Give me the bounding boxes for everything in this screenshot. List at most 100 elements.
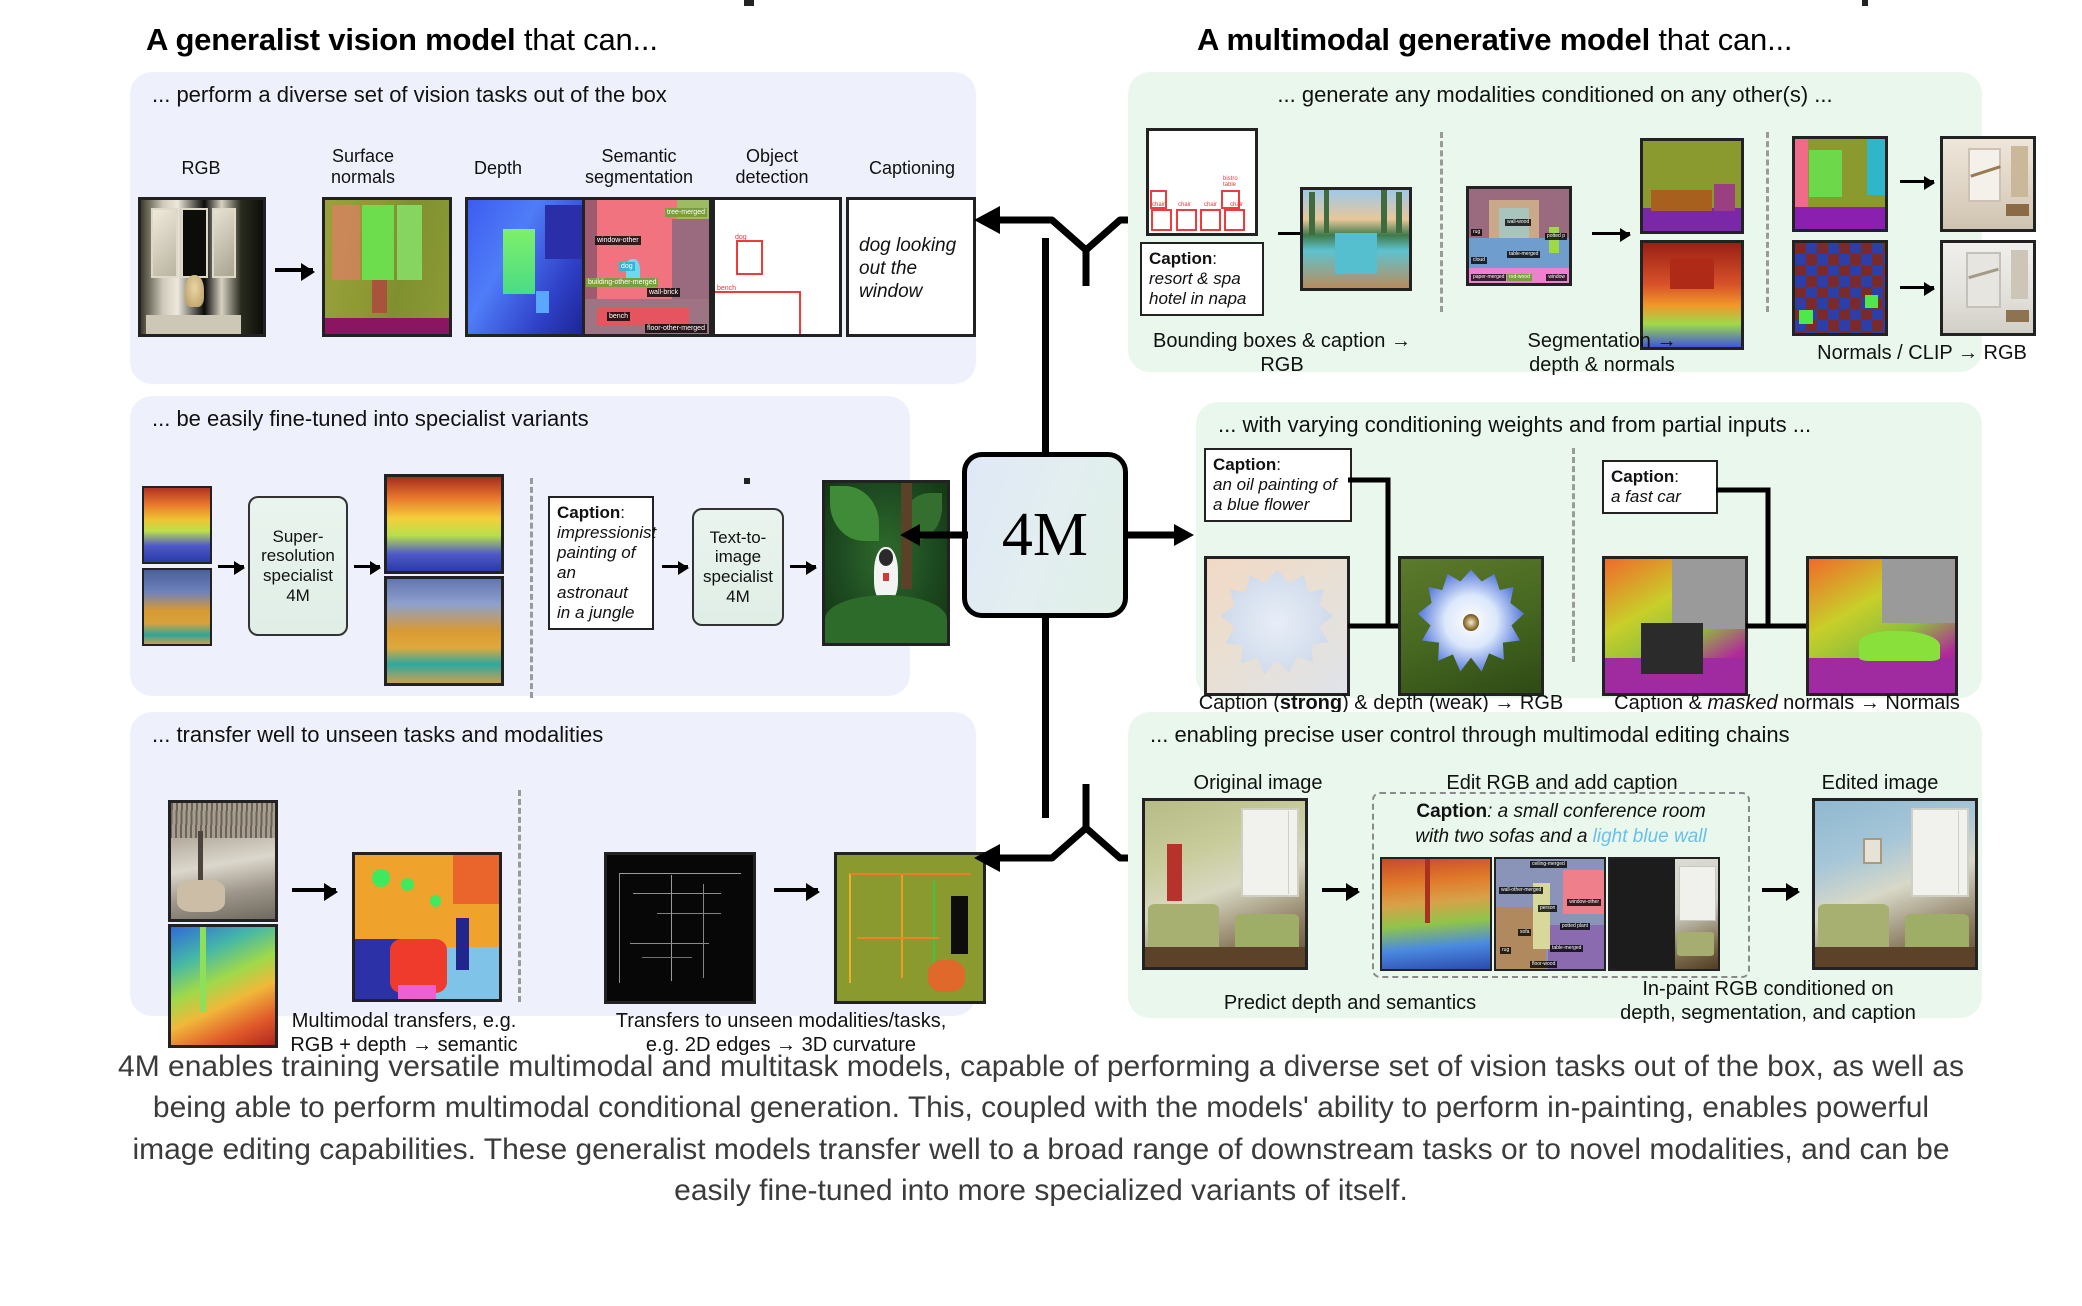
edit-caption: Caption: a small conference room with tw… — [1380, 800, 1742, 849]
arrow-normals-to-rgb — [1900, 176, 1935, 190]
label-predict-depth-semantics: Predict depth and semantics — [1223, 992, 1477, 1014]
tile-highres-depth — [384, 474, 504, 574]
tile-transfer-rgb — [168, 800, 278, 922]
panel-vision-tasks-title: ... perform a diverse set of vision task… — [152, 82, 667, 107]
edit-seg-chip-potted-plant: potted plant — [1559, 923, 1590, 930]
arrow-right-from-4m — [1126, 524, 1194, 546]
arrow-transfer-multimodal — [292, 883, 338, 901]
edit-seg-chip-table-merged: table-merged — [1550, 945, 1584, 952]
arrow-left-from-4m — [900, 524, 968, 546]
bbox-chip-bistro-table: bistro table — [1223, 176, 1238, 188]
model-4m-box[interactable]: 4M — [962, 452, 1128, 618]
tile-rgb-photo — [138, 197, 266, 337]
tile-input-normals — [1792, 136, 1888, 232]
det-chip-bench: bench — [717, 285, 737, 292]
seg-chip-wall-brick: wall-brick — [647, 288, 681, 297]
tile-2d-edges — [604, 852, 756, 1004]
tile-lowres-depth — [142, 486, 212, 564]
bbox-chip-chair-4: chair — [1230, 202, 1244, 208]
seg-chip-potted-plant: potted p — [1544, 233, 1567, 240]
panel-transfers-title: ... transfer well to unseen tasks and mo… — [152, 722, 604, 747]
panel-conditioning-weights-title: ... with varying conditioning weights an… — [1218, 412, 1812, 437]
bbox-chip-chair-2: chair — [1178, 202, 1192, 208]
task-label-surface-normals: Surface normals — [330, 146, 396, 188]
arrow-caption-to-t2i — [662, 561, 689, 575]
caption-box-blue-flower: Caption: an oil painting of a blue flowe… — [1204, 448, 1352, 523]
right-column-title-rest: that can... — [1649, 22, 1793, 57]
left-column-title: A generalist vision model that can... — [146, 22, 658, 58]
tile-edited-room — [1812, 798, 1978, 970]
label-edited-image: Edited image — [1821, 772, 1939, 794]
edit-caption-highlight: light blue wall — [1592, 825, 1707, 847]
edit-seg-chip-sofa: sofa — [1518, 929, 1532, 936]
left-column-title-bold: A generalist vision model — [146, 22, 516, 57]
tile-semantic-segmentation: tree-merged window-other dog building-ot… — [582, 197, 712, 337]
arrow-edit-to-edited — [1762, 883, 1800, 901]
seg-chip-rod-wood: rod-wood — [1507, 274, 1532, 281]
tile-depth — [465, 197, 595, 337]
seg-chip-tree-merged: tree-merged — [664, 208, 707, 217]
seg-chip-table-merged: table-merged — [1507, 251, 1541, 258]
right-column-title-bold: A multimodal generative model — [1197, 22, 1650, 57]
label-original-image: Original image — [1193, 772, 1323, 794]
subcaption-seg-to-depth-normals: Segmentation → depth & normals — [1527, 330, 1677, 376]
box-superresolution-specialist[interactable]: Super- resolution specialist 4M — [248, 496, 348, 636]
seg-chip-paper-merged: paper-merged — [1471, 274, 1507, 281]
tile-transfer-semantic — [352, 852, 502, 1002]
caption-box-blue-flower-title: Caption — [1213, 455, 1277, 474]
caption-box-fast-car-title: Caption — [1611, 467, 1675, 486]
arrow-sr-to-output — [354, 561, 381, 575]
tile-astronaut-jungle — [822, 480, 950, 646]
subcap1-part1: Caption ( — [1198, 691, 1280, 714]
divider-transfers — [518, 790, 521, 1002]
figure-caption: 4M enables training versatile multimodal… — [118, 1050, 1964, 1208]
figure-root: A generalist vision model that can... A … — [0, 0, 2082, 1306]
divider-generate-2 — [1766, 132, 1769, 312]
arrow-clip-to-rgb — [1900, 282, 1935, 296]
tile-output-rgb-bathroom-2 — [1940, 240, 2036, 336]
panel-generate-modalities-title: ... generate any modalities conditioned … — [1277, 82, 1833, 107]
arrow-t2i-to-output — [790, 561, 817, 575]
seg-chip-window: window — [1546, 274, 1567, 281]
box-text-to-image-specialist-label: Text-to- image specialist 4M — [703, 527, 773, 606]
task-label-semantic-segmentation: Semantic segmentation — [584, 146, 694, 188]
box-superresolution-specialist-label: Super- resolution specialist 4M — [261, 526, 335, 605]
model-4m-label: 4M — [1001, 500, 1089, 569]
edit-seg-chip-rug: rug — [1500, 947, 1512, 954]
caption-box-astronaut-title: Caption — [557, 503, 621, 522]
left-column-title-rest: that can... — [515, 22, 658, 57]
subcap1-strong: strong — [1279, 691, 1343, 714]
tile-bounding-boxes: chair chair chair chair bistro table — [1146, 128, 1258, 236]
subcap2-part3: normals → Normals — [1777, 691, 1960, 714]
tile-transfer-depth — [168, 924, 278, 1048]
tile-generated-pool — [1300, 187, 1412, 291]
divider-specialists — [530, 478, 533, 698]
right-column-title: A multimodal generative model that can..… — [1197, 22, 1793, 58]
edit-caption-title: Caption — [1416, 801, 1488, 822]
seg-chip-floor-other-merged: floor-other-merged — [645, 324, 707, 333]
divider-generate-1 — [1440, 132, 1443, 312]
edit-seg-chip-wall-other: wall-other-merged — [1499, 887, 1544, 894]
caption-box-astronaut-text: impressionist painting of an astronaut i… — [557, 523, 657, 623]
box-text-to-image-specialist[interactable]: Text-to- image specialist 4M — [692, 508, 784, 626]
edit-seg-chip-window-other: window-other — [1567, 899, 1601, 906]
caption-box-resort-text: resort & spa hotel in napa — [1149, 269, 1247, 309]
arrow-seg-to-depth-normals — [1592, 228, 1631, 242]
subcaption-caption-strong-depth-weak: Caption (strong) & depth (weak) → RGB — [1196, 668, 1566, 715]
task-label-rgb: RGB — [181, 158, 221, 178]
edit-seg-chip-person: person — [1538, 905, 1558, 912]
tile-edit-segmentation: ceiling-merged wall-other-merged person … — [1494, 857, 1606, 971]
panel-specialist-variants-title: ... be easily fine-tuned into specialist… — [152, 406, 589, 431]
bbox-chip-chair-1: chair — [1152, 202, 1166, 208]
subcap2-masked: masked — [1707, 691, 1778, 714]
subcap2-part1: Caption & — [1614, 691, 1708, 714]
edit-seg-chip-ceiling: ceiling-merged — [1530, 861, 1567, 868]
arrow-original-to-edit — [1322, 883, 1360, 901]
task-label-depth: Depth — [473, 158, 523, 178]
task-label-captioning: Captioning — [868, 158, 956, 178]
edit-seg-chip-floor-wood: floor-wood — [1530, 961, 1558, 968]
arrow-input-to-sr — [218, 561, 245, 575]
subcap1-part3: ) & depth (weak) → RGB — [1342, 691, 1564, 714]
bbox-chip-chair-3: chair — [1204, 202, 1218, 208]
divider-conditioning — [1572, 448, 1575, 662]
